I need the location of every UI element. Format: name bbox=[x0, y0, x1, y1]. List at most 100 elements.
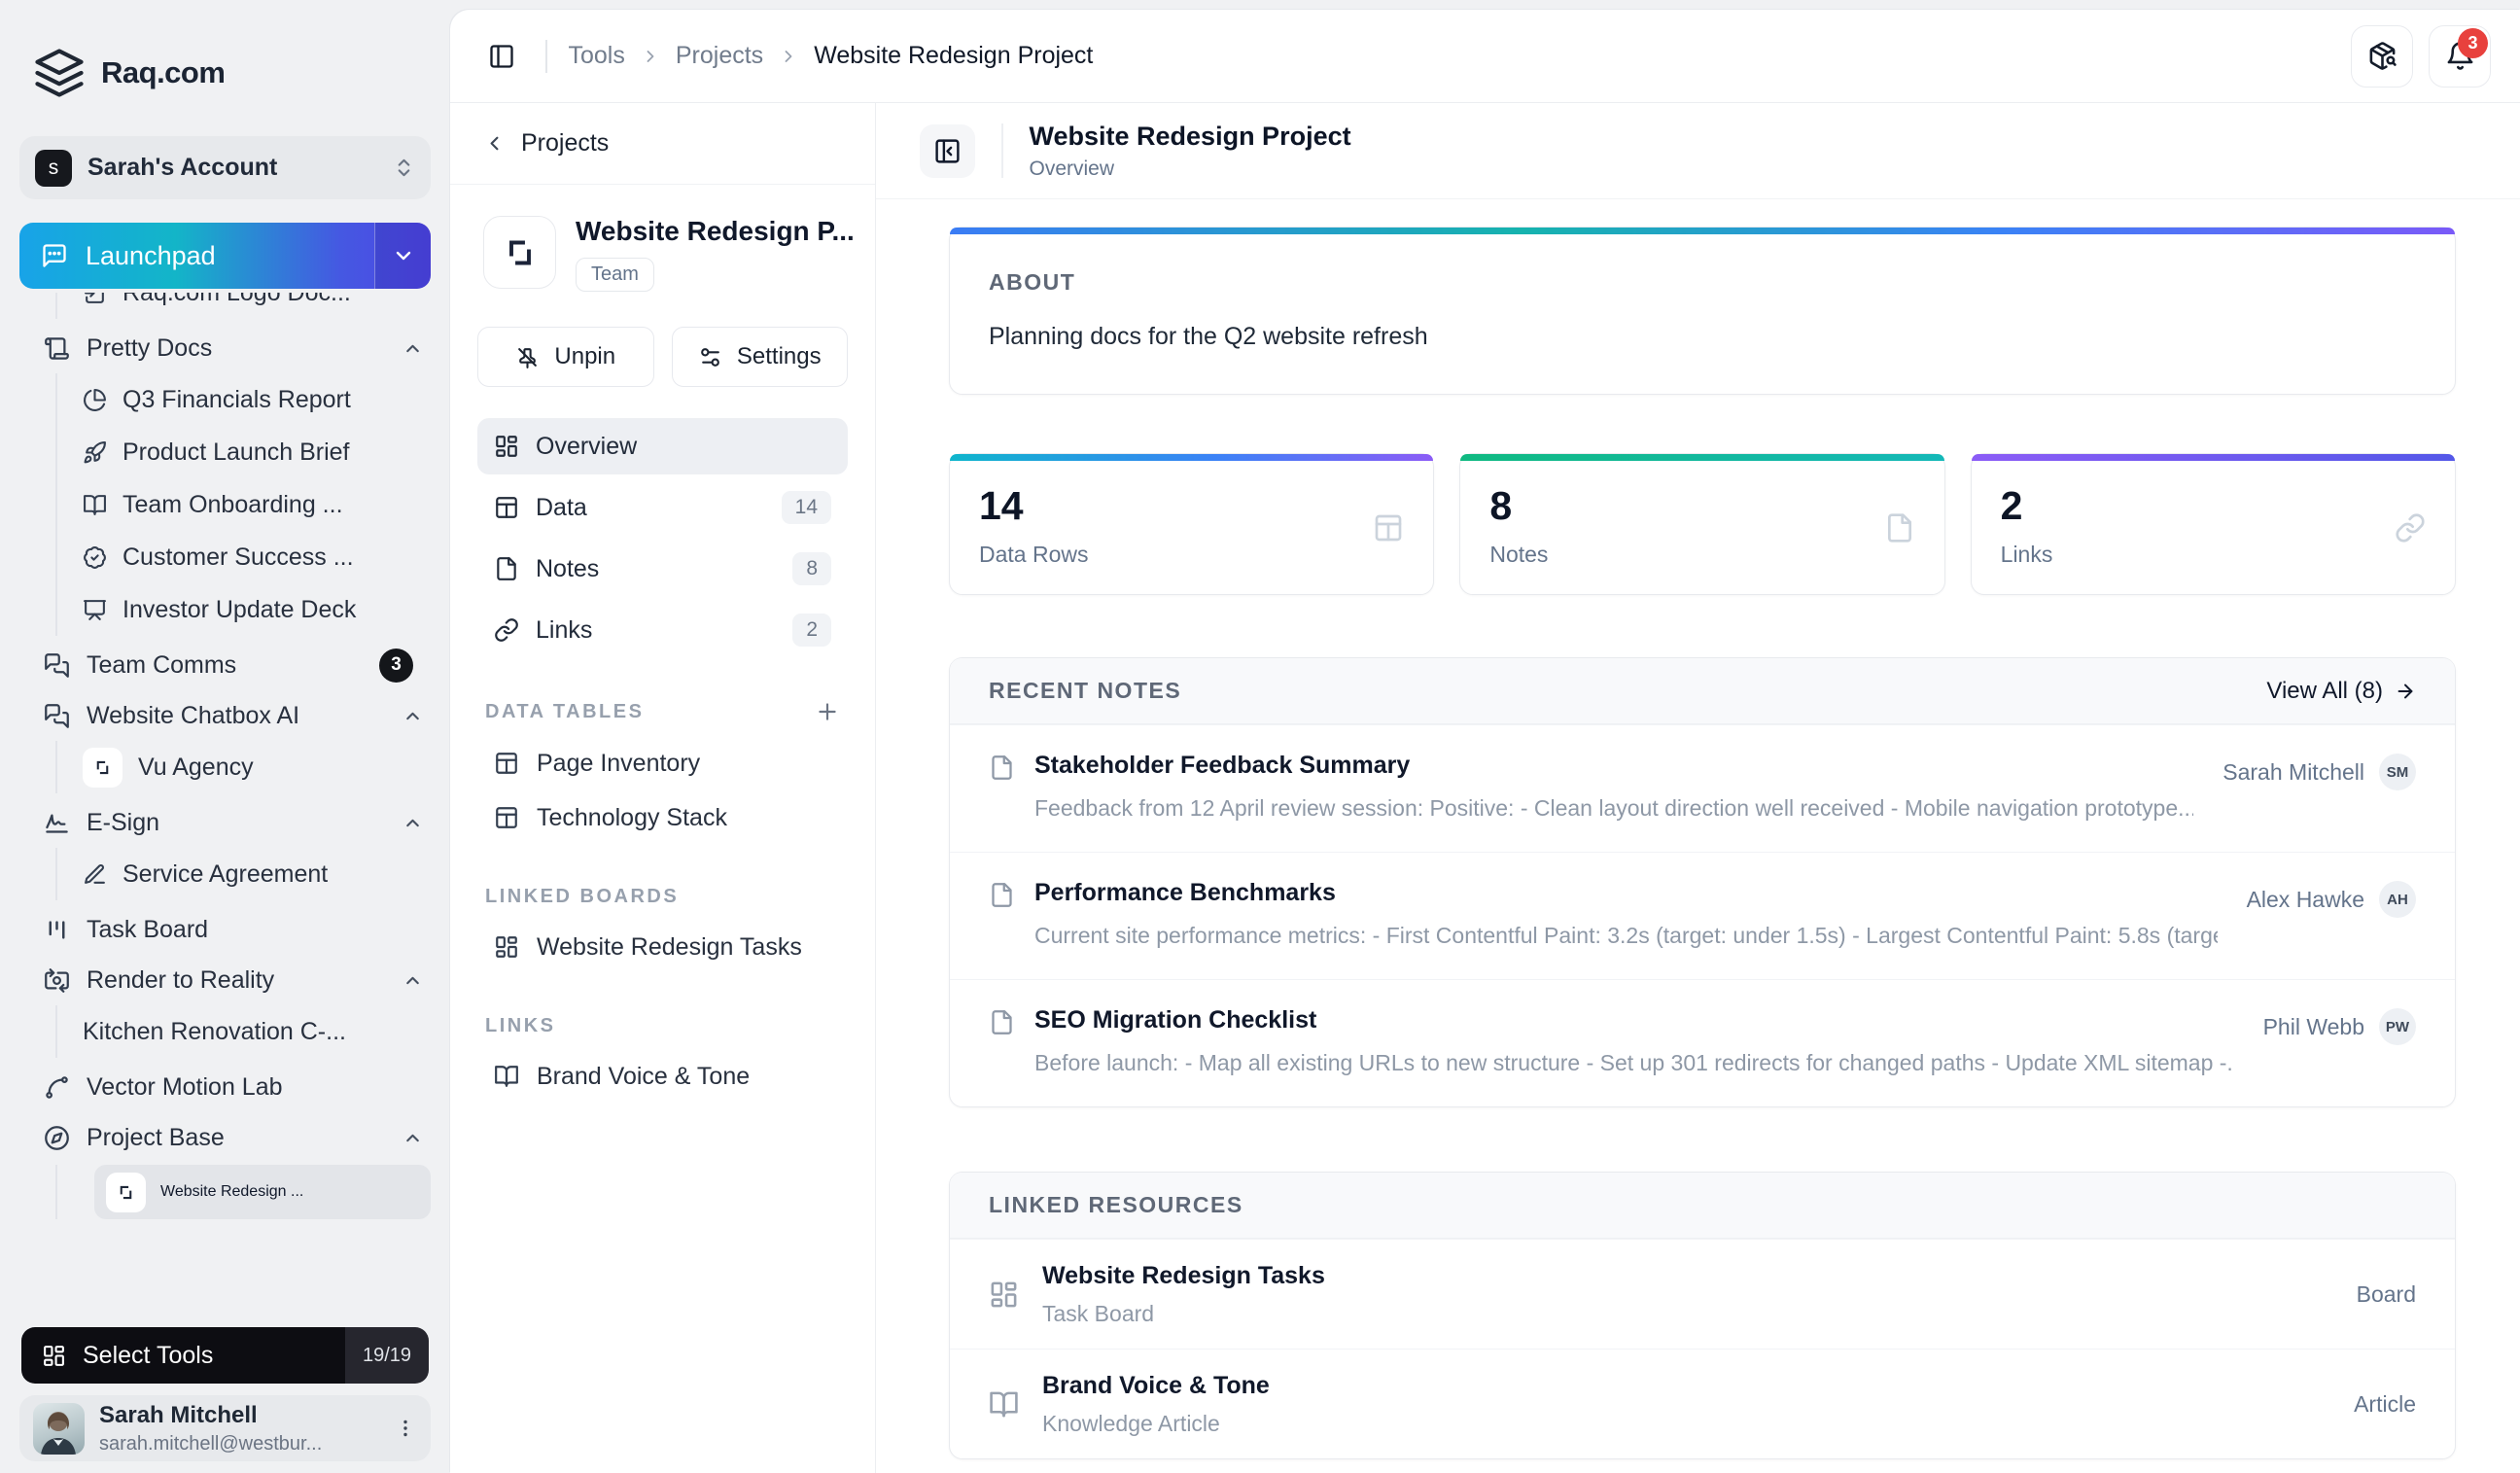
user-card[interactable]: Sarah Mitchell sarah.mitchell@westbur... bbox=[19, 1395, 431, 1461]
sidebar-item-project-base[interactable]: Project Base bbox=[19, 1112, 431, 1163]
panel-tab-notes[interactable]: Notes 8 bbox=[477, 541, 848, 597]
file-icon bbox=[989, 754, 1015, 781]
section-heading: DATA TABLES bbox=[485, 700, 645, 722]
sidebar-item-render-to-reality[interactable]: Render to Reality bbox=[19, 955, 431, 1005]
sidebar-item-vu-agency[interactable]: Vu Agency bbox=[83, 741, 431, 793]
collapse-panel-button[interactable] bbox=[920, 123, 975, 178]
rocket-icon bbox=[83, 440, 107, 465]
topbar-divider bbox=[545, 39, 547, 73]
notifications-button[interactable]: 3 bbox=[2429, 24, 2491, 88]
project-title-block: Website Redesign P... Team bbox=[576, 216, 855, 292]
note-title: SEO Migration Checklist bbox=[1034, 1006, 1317, 1034]
book-open-icon bbox=[989, 1389, 1019, 1420]
sidebar-item-esign[interactable]: E-Sign bbox=[19, 797, 431, 848]
file-icon bbox=[494, 556, 519, 581]
panel-tab-data[interactable]: Data 14 bbox=[477, 479, 848, 536]
content-surface: Tools Projects Website Redesign Project … bbox=[450, 10, 2520, 1473]
chevron-up-icon[interactable] bbox=[402, 970, 423, 991]
sidebar-item-label: Task Board bbox=[87, 915, 209, 943]
board-item-website-redesign-tasks[interactable]: Website Redesign Tasks bbox=[477, 920, 848, 974]
about-text: Planning docs for the Q2 website refresh bbox=[989, 323, 1428, 350]
stat-label: Data Rows bbox=[979, 542, 1089, 567]
breadcrumb-tools[interactable]: Tools bbox=[569, 42, 625, 70]
panel-tab-links[interactable]: Links 2 bbox=[477, 602, 848, 658]
account-switcher[interactable]: s Sarah's Account bbox=[19, 136, 431, 199]
sidebar-item-website-chatbox[interactable]: Website Chatbox AI bbox=[19, 690, 431, 741]
breadcrumb-projects[interactable]: Projects bbox=[676, 42, 763, 70]
note-snippet: Feedback from 12 April review session: P… bbox=[1034, 795, 2194, 821]
chevron-left-icon bbox=[483, 132, 506, 155]
resource-row-brand-voice[interactable]: Brand Voice & Tone Knowledge Article Art… bbox=[950, 1349, 2455, 1458]
launchpad-button[interactable]: Launchpad bbox=[19, 223, 431, 289]
launchpad-expand[interactable] bbox=[374, 223, 431, 289]
panel-tab-label: Data bbox=[536, 493, 587, 521]
stat-card-data-rows[interactable]: 14 Data Rows bbox=[949, 453, 1435, 595]
chevron-right-icon bbox=[779, 47, 798, 66]
note-row-stakeholder-feedback[interactable]: Stakeholder Feedback Summary Feedback fr… bbox=[950, 724, 2455, 852]
recent-notes-heading: RECENT NOTES bbox=[989, 678, 1182, 703]
stat-card-links[interactable]: 2 Links bbox=[1970, 453, 2456, 595]
stat-label: Links bbox=[2000, 542, 2053, 567]
account-avatar: s bbox=[35, 149, 72, 187]
sidebar-item-service-agreement[interactable]: Service Agreement bbox=[83, 848, 431, 900]
unpin-button[interactable]: Unpin bbox=[477, 327, 654, 387]
sidebar-item-label: Service Agreement bbox=[122, 859, 329, 888]
stats-row: 14 Data Rows 8 Notes 2 Links bbox=[949, 453, 2456, 595]
scroll-icon bbox=[44, 335, 70, 362]
main-area: Website Redesign Project Overview ABOUT … bbox=[876, 103, 2520, 1473]
author-avatar: AH bbox=[2379, 881, 2416, 918]
resource-row-website-redesign-tasks[interactable]: Website Redesign Tasks Task Board Board bbox=[950, 1239, 2455, 1349]
panel-tab-overview[interactable]: Overview bbox=[477, 418, 848, 474]
back-to-projects[interactable]: Projects bbox=[450, 103, 875, 185]
sidebar-item-website-redesign-selected[interactable]: Website Redesign ... bbox=[94, 1165, 431, 1219]
sidebar-item-product-launch[interactable]: Product Launch Brief bbox=[83, 426, 431, 478]
sidebar-item-q3-financials[interactable]: Q3 Financials Report bbox=[83, 373, 431, 426]
sidebar-toggle-button[interactable] bbox=[479, 34, 524, 79]
chevron-up-icon[interactable] bbox=[402, 338, 423, 359]
frames-icon bbox=[106, 1172, 146, 1212]
note-row-seo-migration[interactable]: SEO Migration Checklist Before launch: -… bbox=[950, 979, 2455, 1106]
sidebar-item-investor-deck[interactable]: Investor Update Deck bbox=[83, 583, 431, 636]
select-tools-main[interactable]: Select Tools bbox=[21, 1327, 345, 1384]
chevron-up-icon[interactable] bbox=[402, 1128, 423, 1148]
sidebar-item-team-onboarding[interactable]: Team Onboarding ... bbox=[83, 478, 431, 531]
sidebar-item-customer-success[interactable]: Customer Success ... bbox=[83, 531, 431, 583]
sidebar-item-raq-logo-doc[interactable]: Raq.com Logo Doc... bbox=[83, 293, 431, 319]
stat-card-notes[interactable]: 8 Notes bbox=[1459, 453, 1945, 595]
table-item-label: Technology Stack bbox=[537, 803, 727, 831]
view-all-button[interactable]: View All (8) bbox=[2266, 678, 2416, 705]
select-tools-button[interactable]: Select Tools 19/19 bbox=[21, 1327, 429, 1384]
linked-resources-header: LINKED RESOURCES bbox=[950, 1173, 2455, 1239]
note-body: Performance Benchmarks Current site perf… bbox=[1034, 879, 2218, 949]
sidebar-item-label: Vu Agency bbox=[138, 753, 254, 781]
sidebar-item-vector-motion-lab[interactable]: Vector Motion Lab bbox=[19, 1062, 431, 1112]
launchpad-main[interactable]: Launchpad bbox=[19, 223, 374, 289]
note-row-performance-benchmarks[interactable]: Performance Benchmarks Current site perf… bbox=[950, 852, 2455, 979]
settings-button[interactable]: Settings bbox=[671, 327, 848, 387]
resource-type: Board bbox=[2356, 1280, 2416, 1307]
package-search-icon bbox=[2367, 41, 2398, 71]
table-icon bbox=[494, 805, 519, 830]
sidebar-item-kitchen-renovation[interactable]: Kitchen Renovation C-... bbox=[83, 1005, 431, 1058]
breadcrumb: Tools Projects Website Redesign Project bbox=[569, 42, 1094, 70]
sidebar-item-team-comms[interactable]: Team Comms 3 bbox=[19, 640, 431, 690]
more-vertical-icon[interactable] bbox=[394, 1417, 417, 1440]
chevron-up-icon[interactable] bbox=[402, 706, 423, 726]
sidebar-item-task-board[interactable]: Task Board bbox=[19, 904, 431, 955]
chevron-up-icon[interactable] bbox=[402, 813, 423, 833]
panel-left-icon bbox=[488, 43, 515, 70]
sidebar-item-label: Vector Motion Lab bbox=[87, 1072, 283, 1101]
package-search-button[interactable] bbox=[2351, 24, 2413, 88]
link-item-brand-voice[interactable]: Brand Voice & Tone bbox=[477, 1049, 848, 1104]
table-item-page-inventory[interactable]: Page Inventory bbox=[477, 736, 848, 790]
links-section: LINKS bbox=[477, 1015, 848, 1037]
recent-notes-header: RECENT NOTES View All (8) bbox=[950, 658, 2455, 724]
sidebar-item-label: Q3 Financials Report bbox=[122, 385, 351, 413]
table-item-technology-stack[interactable]: Technology Stack bbox=[477, 790, 848, 845]
panel-tab-label: Overview bbox=[536, 432, 638, 460]
file-icon bbox=[989, 1009, 1015, 1035]
sidebar-item-label: Kitchen Renovation C-... bbox=[83, 1017, 346, 1045]
chevrons-up-down-icon bbox=[393, 157, 415, 179]
sidebar-item-pretty-docs[interactable]: Pretty Docs bbox=[19, 323, 431, 373]
add-table-button[interactable] bbox=[815, 699, 840, 724]
